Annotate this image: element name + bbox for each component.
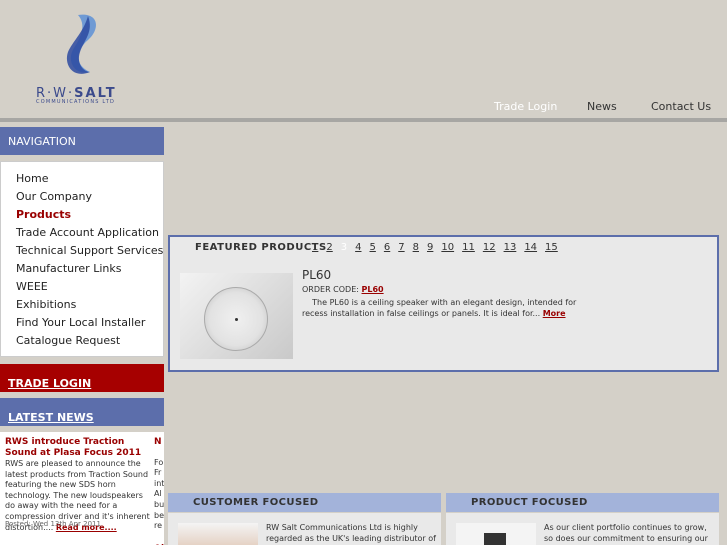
nav-item-products[interactable]: Products <box>16 208 71 221</box>
ceiling-speaker-icon <box>204 287 268 351</box>
news-col2-line: Al <box>154 489 162 499</box>
product-name: PL60 <box>302 268 332 282</box>
product-photo <box>456 523 536 545</box>
news-col2-title[interactable]: N <box>154 437 164 448</box>
page-link[interactable]: 6 <box>384 242 390 253</box>
nav-item-trade-account-application[interactable]: Trade Account Application <box>16 226 159 239</box>
news-item-date: Posted: Wed 13th Apr 2011 <box>5 520 101 528</box>
page-link[interactable]: 12 <box>483 242 496 253</box>
nav-item-catalogue-request[interactable]: Catalogue Request <box>16 334 120 347</box>
nav-item-manufacturer-links[interactable]: Manufacturer Links <box>16 262 121 275</box>
customer-focused-panel: RW Salt Communications Ltd is highly reg… <box>168 513 441 545</box>
product-description: The PL60 is a ceiling speaker with an el… <box>302 297 592 319</box>
product-order-code: ORDER CODE: PL60 <box>302 285 384 294</box>
nav-item-our-company[interactable]: Our Company <box>16 190 92 203</box>
product-more-link[interactable]: More <box>543 309 566 318</box>
page-link-current[interactable]: 3 <box>341 242 347 253</box>
latest-news-heading-box: LATEST NEWS <box>0 398 164 426</box>
news-col2-line: bu <box>154 499 164 509</box>
navigation-menu: Home Our Company Products Trade Account … <box>0 161 164 357</box>
product-focused-panel: As our client portfolio continues to gro… <box>446 513 719 545</box>
product-image[interactable] <box>180 273 293 359</box>
topnav-news[interactable]: News <box>587 100 617 113</box>
navigation-heading: NAVIGATION <box>0 127 164 155</box>
latest-news-panel: RWS introduce Traction Sound at Plasa Fo… <box>0 432 164 545</box>
order-code-label: ORDER CODE: <box>302 285 359 294</box>
product-focused-text: As our client portfolio continues to gro… <box>544 523 708 543</box>
latest-news-link[interactable]: LATEST NEWS <box>8 411 94 424</box>
news-col2-line: Fr <box>154 468 162 478</box>
header-divider <box>0 118 727 122</box>
page-link[interactable]: 11 <box>462 242 475 253</box>
trade-login-link[interactable]: TRADE LOGIN <box>8 377 91 390</box>
page-link[interactable]: 4 <box>355 242 361 253</box>
page-link[interactable]: 15 <box>545 242 558 253</box>
news-second-column: N Fo Fr int Al bu be re Ai <box>154 432 164 545</box>
news-col2-line: Fo <box>154 457 164 467</box>
trade-login-box: TRADE LOGIN <box>0 364 164 392</box>
topnav-trade-login[interactable]: Trade Login <box>494 100 557 113</box>
nav-item-home[interactable]: Home <box>16 172 48 185</box>
news-col2-line: re <box>154 521 163 531</box>
featured-pagination: 1 2 3 4 5 6 7 8 9 10 11 12 13 14 15 <box>312 242 566 253</box>
customer-photo <box>178 523 258 545</box>
page-link[interactable]: 9 <box>427 242 433 253</box>
brand-subtitle: COMMUNICATIONS LTD <box>36 99 116 105</box>
page-link[interactable]: 5 <box>370 242 376 253</box>
featured-products-label: FEATURED PRODUCTS <box>195 242 327 253</box>
topnav-contact-us[interactable]: Contact Us <box>651 100 711 113</box>
page-link[interactable]: 7 <box>398 242 404 253</box>
order-code-link[interactable]: PL60 <box>362 285 384 294</box>
product-description-text: The PL60 is a ceiling speaker with an el… <box>302 298 577 318</box>
page-root: R·W·SALT COMMUNICATIONS LTD Trade Login … <box>0 0 727 545</box>
nav-item-technical-support[interactable]: Technical Support Services <box>16 244 163 257</box>
nav-item-exhibitions[interactable]: Exhibitions <box>16 298 76 311</box>
nav-item-weee[interactable]: WEEE <box>16 280 48 293</box>
page-link[interactable]: 14 <box>524 242 537 253</box>
featured-products-panel: FEATURED PRODUCTS 1 2 3 4 5 6 7 8 9 10 11 12 13 14 15 … <box>168 235 719 372</box>
news-col2-line: int <box>154 478 164 488</box>
page-link[interactable]: 8 <box>413 242 419 253</box>
news-item-title[interactable]: RWS introduce Traction Sound at Plasa Fo… <box>5 437 151 459</box>
page-link[interactable]: 1 <box>312 242 318 253</box>
page-link[interactable]: 2 <box>326 242 332 253</box>
product-focused-heading: PRODUCT FOCUSED <box>446 493 719 512</box>
customer-focused-text: RW Salt Communications Ltd is highly reg… <box>266 523 436 543</box>
customer-focused-heading: CUSTOMER FOCUSED <box>168 493 441 512</box>
news-col2-line: be <box>154 510 164 520</box>
nav-item-find-installer[interactable]: Find Your Local Installer <box>16 316 145 329</box>
page-link[interactable]: 10 <box>441 242 454 253</box>
page-link[interactable]: 13 <box>504 242 517 253</box>
